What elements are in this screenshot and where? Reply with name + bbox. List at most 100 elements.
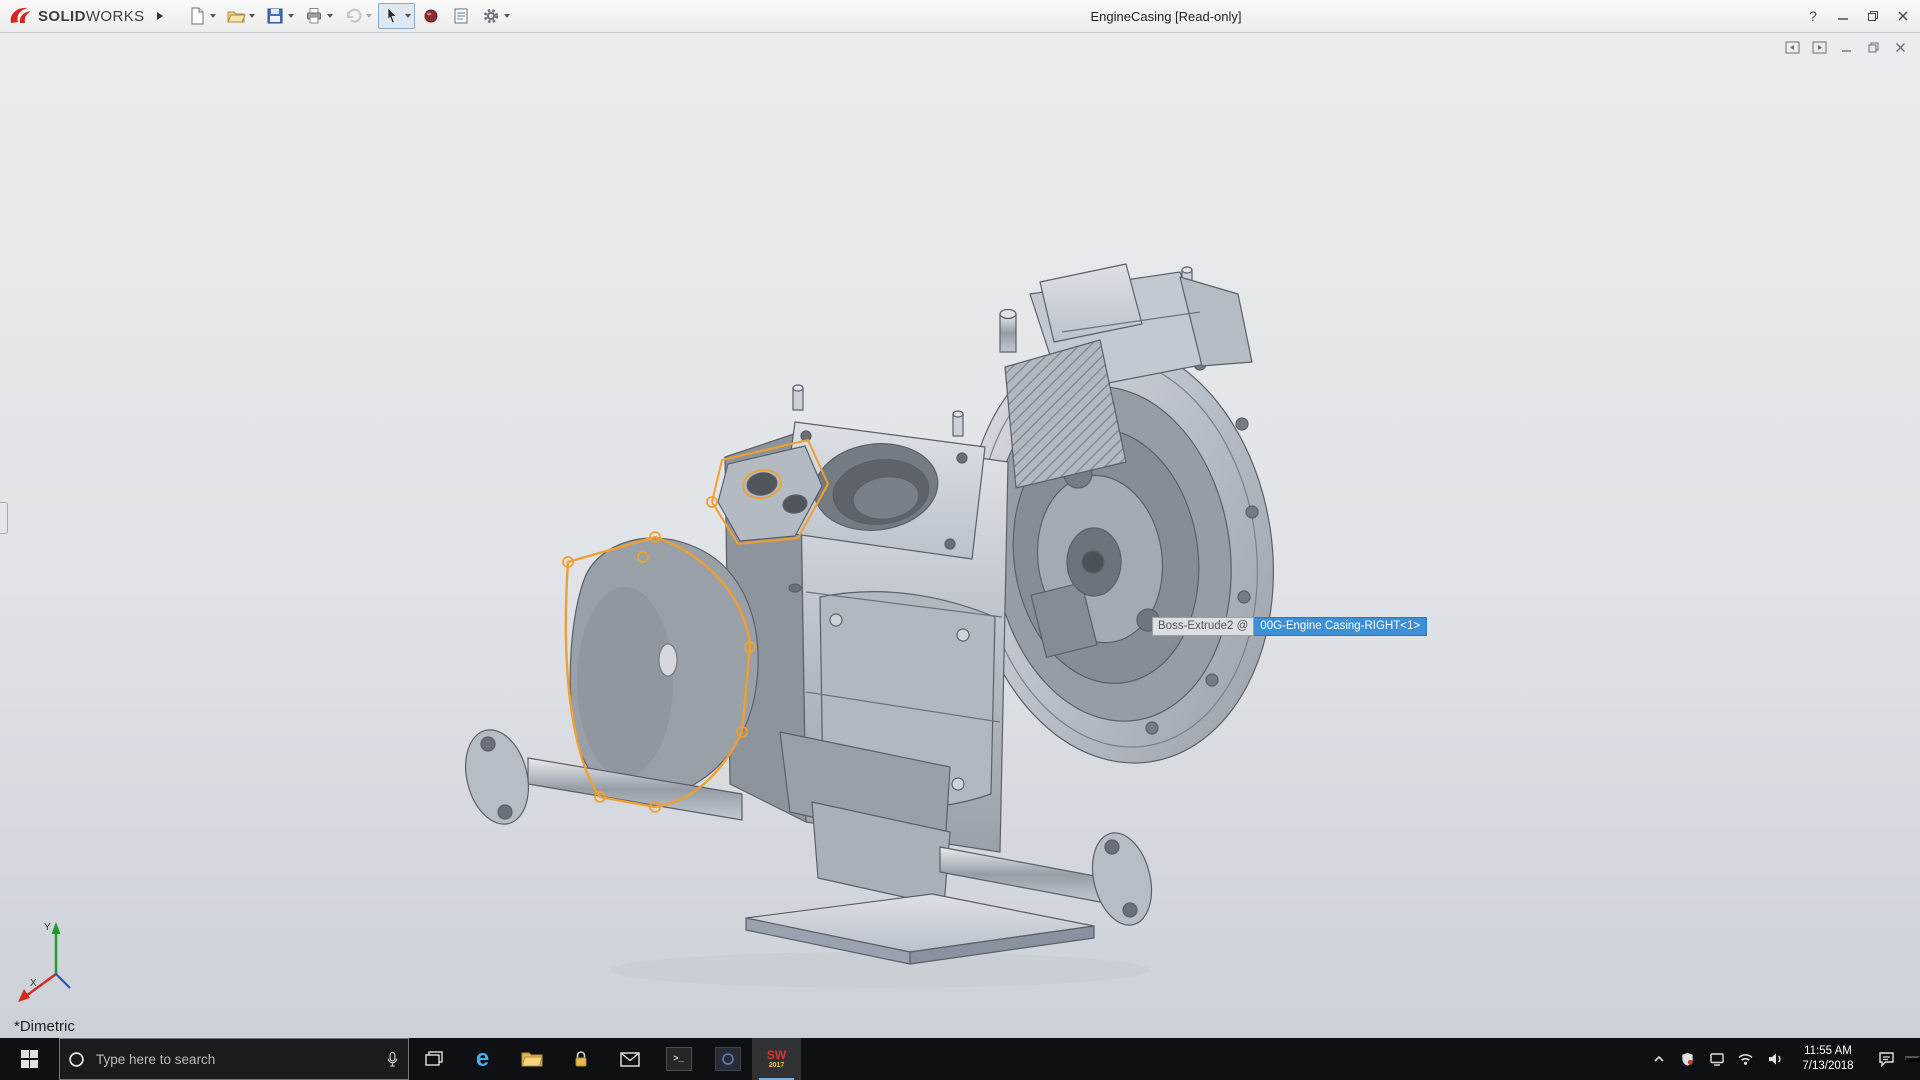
doc-close-icon (1894, 41, 1907, 54)
dropdown-caret[interactable] (210, 14, 216, 18)
triad-y-label: Y (44, 922, 51, 933)
menu-expand-arrow[interactable] (151, 5, 169, 27)
reference-triad: Y X (10, 912, 90, 1016)
padlock-icon (573, 1050, 589, 1068)
dark-app-icon (715, 1047, 741, 1071)
new-document-icon (187, 6, 207, 26)
rebuild-button[interactable] (417, 3, 445, 29)
edge-button[interactable]: e (458, 1038, 507, 1080)
taskbar-clock[interactable]: 11:55 AM 7/13/2018 (1789, 1043, 1867, 1075)
minimize-button[interactable] (1828, 0, 1858, 32)
windows-taskbar: e >_ (0, 1038, 1920, 1080)
close-button[interactable] (1888, 0, 1918, 32)
view-orientation-label: *Dimetric (14, 1018, 75, 1035)
lock-app-button[interactable] (556, 1038, 605, 1080)
minimize-icon (1837, 10, 1849, 22)
cortana-icon (68, 1051, 85, 1068)
dark-app-button[interactable] (703, 1038, 752, 1080)
solidworks-brand: SOLIDWORKS (0, 6, 151, 26)
mail-envelope-icon (620, 1052, 640, 1067)
doc-restore-button[interactable] (1863, 38, 1883, 56)
open-button[interactable] (222, 3, 259, 29)
chevron-up-icon (1652, 1053, 1666, 1065)
red-orb-icon (421, 6, 441, 26)
action-center-button[interactable] (1867, 1038, 1905, 1080)
properties-sheet-icon (451, 6, 471, 26)
volume-tray-button[interactable] (1760, 1038, 1789, 1080)
action-center-icon (1878, 1051, 1895, 1067)
file-properties-button[interactable] (447, 3, 475, 29)
new-document-button[interactable] (183, 3, 220, 29)
dropdown-caret[interactable] (327, 14, 333, 18)
print-button[interactable] (300, 3, 337, 29)
dock-right-button[interactable] (1809, 38, 1829, 56)
brand-text: SOLIDWORKS (38, 8, 145, 25)
system-tray: 11:55 AM 7/13/2018 (1644, 1038, 1920, 1080)
graphics-area[interactable]: Boss-Extrude2 @ 00G-Engine Casing-RIGHT<… (0, 32, 1920, 1038)
print-icon (304, 6, 324, 26)
wifi-icon (1737, 1052, 1754, 1066)
dock-left-button[interactable] (1782, 38, 1802, 56)
dropdown-caret[interactable] (288, 14, 294, 18)
network-tray-button[interactable] (1731, 1038, 1760, 1080)
mail-button[interactable] (605, 1038, 654, 1080)
display-tray-button[interactable] (1702, 1038, 1731, 1080)
speaker-icon (1767, 1052, 1783, 1066)
select-arrow-icon (382, 6, 402, 26)
search-input[interactable] (94, 1051, 376, 1068)
solidworks-taskbar-button[interactable]: SW 2017 (752, 1038, 801, 1080)
file-explorer-button[interactable] (507, 1038, 556, 1080)
taskbar-search[interactable] (59, 1038, 409, 1080)
maximize-button[interactable] (1858, 0, 1888, 32)
document-title: EngineCasing [Read-only] (1090, 9, 1241, 24)
options-button[interactable] (477, 3, 514, 29)
document-window-controls (1782, 38, 1910, 56)
solidworks-window: SOLIDWORKS (0, 0, 1920, 1080)
hidden-icons-button[interactable] (1644, 1038, 1673, 1080)
start-button[interactable] (0, 1038, 59, 1080)
dropdown-caret[interactable] (504, 14, 510, 18)
clock-time: 11:55 AM (1795, 1044, 1861, 1059)
task-view-icon (425, 1051, 443, 1067)
doc-close-button[interactable] (1890, 38, 1910, 56)
microphone-icon[interactable] (385, 1051, 400, 1068)
edge-icon: e (476, 1047, 489, 1071)
main-toolbar (183, 3, 514, 29)
clock-date: 7/13/2018 (1795, 1059, 1861, 1074)
engine-casing-model[interactable] (0, 32, 1920, 1038)
undo-button[interactable] (339, 3, 376, 29)
dock-right-icon (1812, 41, 1827, 54)
right-triangle-icon (156, 11, 164, 21)
console-icon: >_ (666, 1047, 692, 1071)
save-icon (265, 6, 285, 26)
help-button[interactable]: ? (1798, 0, 1828, 32)
defender-shield-icon (1680, 1051, 1695, 1067)
dropdown-caret[interactable] (249, 14, 255, 18)
show-desktop-button[interactable] (1905, 1056, 1920, 1062)
doc-minimize-icon (1840, 41, 1853, 54)
dropdown-caret[interactable] (366, 14, 372, 18)
doc-minimize-button[interactable] (1836, 38, 1856, 56)
tooltip-feature-name: Boss-Extrude2 @ (1152, 617, 1254, 636)
model-base-stand[interactable] (746, 732, 1094, 964)
save-button[interactable] (261, 3, 298, 29)
solidworks-logo-icon (8, 6, 34, 26)
task-view-button[interactable] (409, 1038, 458, 1080)
triad-x-label: X (30, 978, 37, 989)
titlebar: SOLIDWORKS (0, 0, 1920, 33)
window-controls: ? (1798, 0, 1918, 32)
doc-restore-icon (1867, 41, 1880, 54)
security-tray-button[interactable] (1673, 1038, 1702, 1080)
solidworks-app-icon: SW 2017 (767, 1049, 786, 1069)
dropdown-caret[interactable] (405, 14, 411, 18)
restore-icon (1867, 10, 1879, 22)
dock-left-icon (1785, 41, 1800, 54)
windows-logo-icon (21, 1050, 39, 1068)
console-app-button[interactable]: >_ (654, 1038, 703, 1080)
file-explorer-icon (521, 1050, 543, 1068)
open-folder-icon (226, 6, 246, 26)
close-icon (1897, 10, 1909, 22)
selection-tooltip: Boss-Extrude2 @ 00G-Engine Casing-RIGHT<… (1152, 617, 1427, 636)
select-tool-button[interactable] (378, 3, 415, 29)
tooltip-component-name: 00G-Engine Casing-RIGHT<1> (1254, 617, 1427, 636)
